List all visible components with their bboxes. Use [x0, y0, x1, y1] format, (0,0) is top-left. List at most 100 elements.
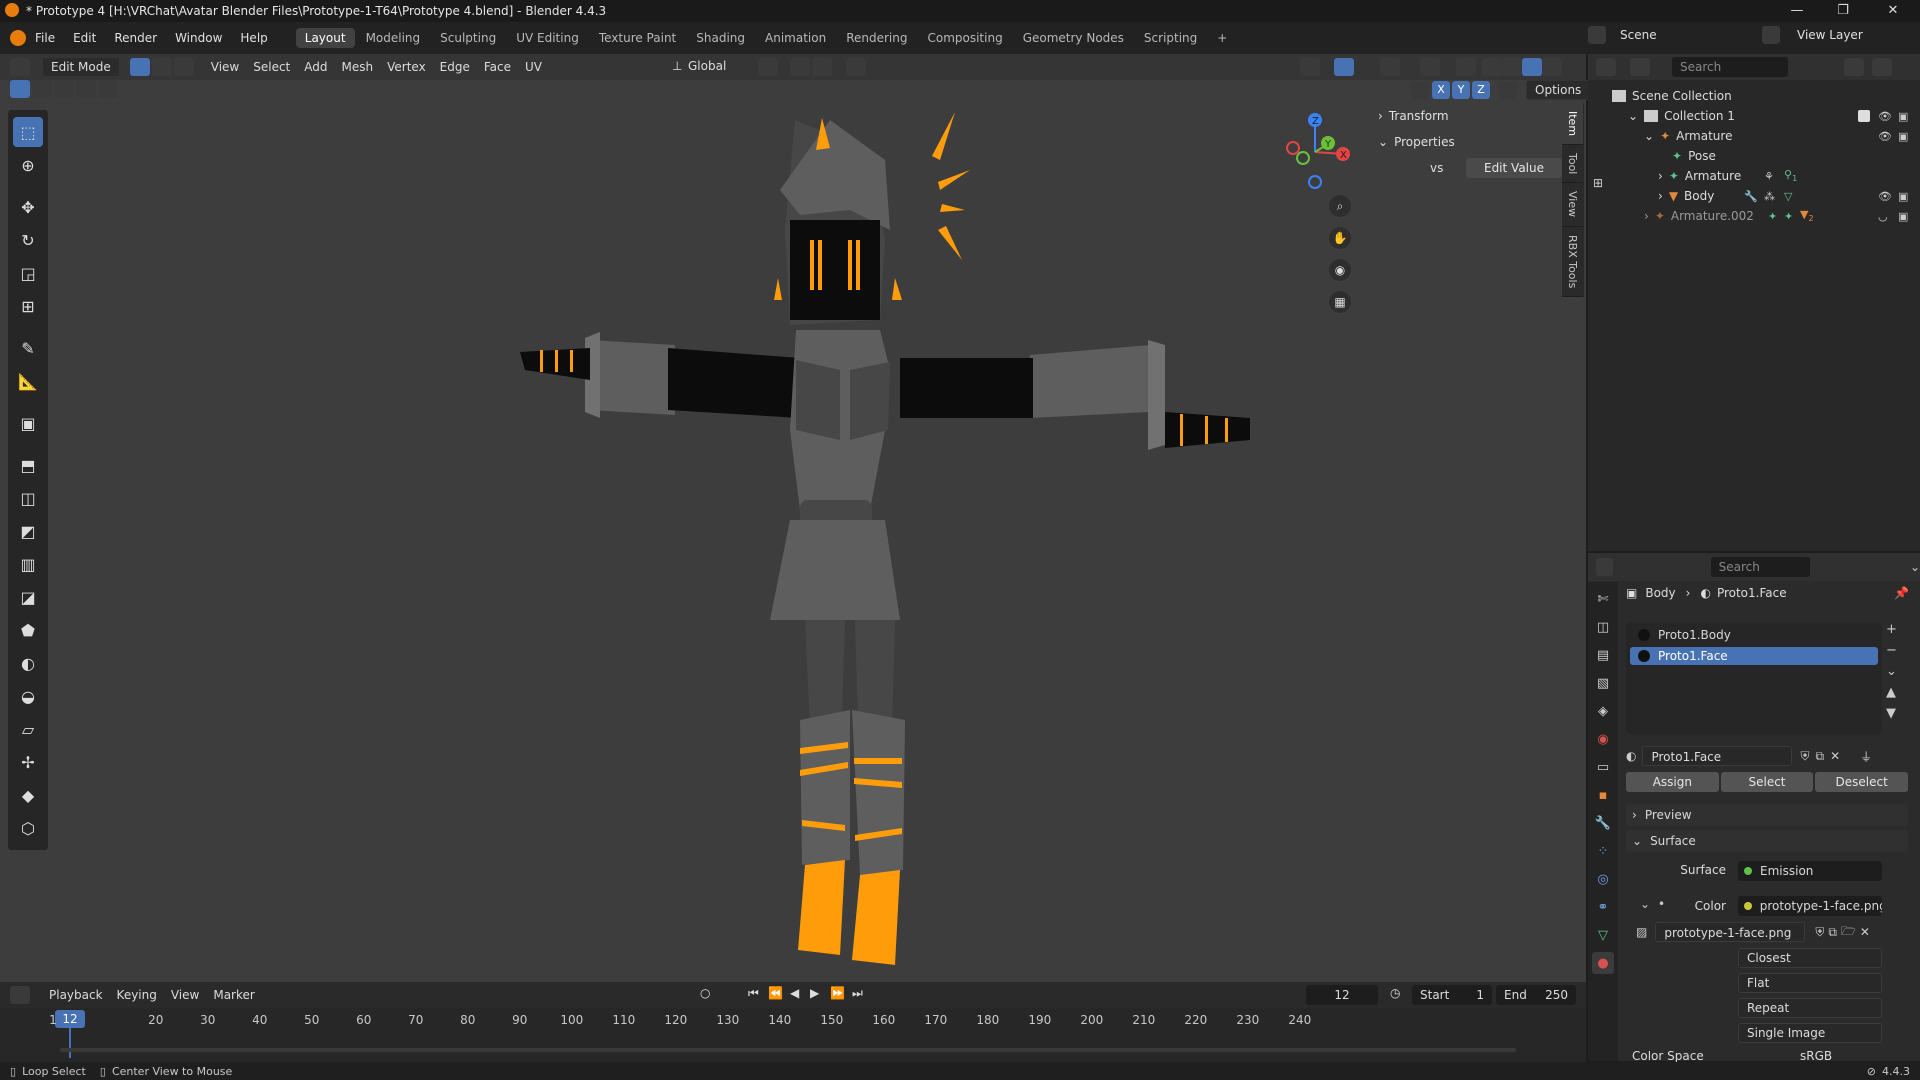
mirror-x-toggle[interactable]: X: [1432, 81, 1450, 99]
tab-scripting[interactable]: Scripting: [1135, 28, 1206, 48]
outliner-row-collection-1[interactable]: ⌄ Collection 1 👁 ▣: [1588, 106, 1920, 126]
image-name-field[interactable]: prototype-1-face.png: [1655, 922, 1806, 942]
gizmo-icon[interactable]: [1334, 58, 1354, 76]
filter-icon[interactable]: [1844, 58, 1864, 76]
timeline-editor-icon[interactable]: [10, 986, 30, 1004]
close-button[interactable]: ✕: [1870, 0, 1916, 22]
view-layer-field[interactable]: View Layer: [1797, 28, 1863, 42]
slot-item-proto1-body[interactable]: Proto1.Body: [1630, 626, 1878, 644]
menu-face[interactable]: Face: [477, 58, 518, 76]
fake-user-icon[interactable]: ⛨: [1815, 925, 1824, 940]
select-invert-icon[interactable]: [76, 80, 96, 98]
annotate-tool-icon[interactable]: ✎: [13, 333, 43, 363]
slot-menu-icon[interactable]: ⌄: [1886, 664, 1897, 679]
eye-closed-icon[interactable]: ◡: [1878, 210, 1888, 223]
play-reverse-icon[interactable]: ◀: [790, 986, 799, 1000]
pivot-icon[interactable]: [758, 58, 778, 76]
jump-start-icon[interactable]: ⏮: [748, 986, 759, 1001]
menu-render[interactable]: Render: [105, 31, 166, 45]
scene-tab-icon[interactable]: ◈: [1592, 700, 1614, 722]
modifier-tab-icon[interactable]: 🔧: [1592, 812, 1614, 834]
tab-layout[interactable]: Layout: [295, 28, 355, 48]
tab-uv-editing[interactable]: UV Editing: [507, 28, 588, 48]
chevron-down-icon[interactable]: ⌄: [1910, 560, 1920, 574]
fake-user-icon[interactable]: ⛨: [1800, 749, 1809, 764]
tab-shading[interactable]: Shading: [687, 28, 754, 48]
mode-dropdown[interactable]: Edit Mode: [42, 57, 120, 77]
duplicate-icon[interactable]: ⧉: [1816, 749, 1825, 764]
camera-icon[interactable]: ▣: [1898, 130, 1908, 143]
maximize-button[interactable]: ❐: [1820, 0, 1866, 22]
gizmo-neg-x-axis[interactable]: [1286, 141, 1300, 155]
auto-merge-icon[interactable]: [1498, 81, 1518, 99]
move-down-icon[interactable]: ▼: [1886, 706, 1897, 721]
tab-sculpting[interactable]: Sculpting: [431, 28, 505, 48]
loop-cut-tool-icon[interactable]: ▥: [13, 549, 43, 579]
navigation-gizmo[interactable]: Z X Y: [1275, 110, 1355, 195]
outliner-row-body[interactable]: › ▼ Body 🔧 ⁂ ▽ 👁 ▣: [1588, 186, 1920, 206]
properties-panel-header[interactable]: ⌄ Properties: [1378, 129, 1568, 155]
menu-edit[interactable]: Edit: [64, 31, 105, 45]
tab-rendering[interactable]: Rendering: [837, 28, 916, 48]
move-up-icon[interactable]: ▲: [1886, 685, 1897, 700]
spin-tool-icon[interactable]: ◐: [13, 648, 43, 678]
checkbox-icon[interactable]: [1858, 110, 1870, 122]
face-select-icon[interactable]: [173, 58, 194, 76]
menu-add[interactable]: Add: [297, 58, 334, 76]
tab-rbx-tools[interactable]: RBX Tools: [1562, 227, 1583, 297]
menu-uv[interactable]: UV: [518, 58, 549, 76]
outliner-row-armature-002[interactable]: › ✦ Armature.002 ✦ ✦ ▼2 ◡ ▣: [1588, 206, 1920, 226]
add-slot-icon[interactable]: +: [1886, 622, 1897, 637]
projection-dropdown[interactable]: Flat: [1738, 973, 1882, 993]
menu-playback[interactable]: Playback: [42, 986, 110, 1004]
camera-icon[interactable]: ▣: [1898, 210, 1908, 223]
outliner-search-input[interactable]: Search: [1672, 57, 1788, 77]
jump-end-icon[interactable]: ⏭: [852, 986, 863, 1001]
prev-keyframe-icon[interactable]: ⏪: [768, 986, 783, 1000]
surface-shader-field[interactable]: Emission: [1738, 861, 1882, 881]
mirror-z-toggle[interactable]: Z: [1472, 81, 1490, 99]
interpolation-dropdown[interactable]: Closest: [1738, 948, 1882, 968]
snap-target-icon[interactable]: [812, 58, 832, 76]
wireframe-shading-icon[interactable]: [1482, 58, 1502, 76]
minimize-button[interactable]: —: [1774, 0, 1820, 22]
blender-menu-icon[interactable]: [10, 30, 26, 46]
properties-editor-icon[interactable]: [1596, 558, 1613, 576]
tab-item[interactable]: Item: [1562, 103, 1583, 146]
outliner-row-pose[interactable]: ✦ Pose: [1588, 146, 1920, 166]
edge-slide-tool-icon[interactable]: ▱: [13, 714, 43, 744]
editor-type-icon[interactable]: [10, 58, 30, 76]
menu-vertex[interactable]: Vertex: [380, 58, 433, 76]
smooth-tool-icon[interactable]: ◒: [13, 681, 43, 711]
rip-tool-icon[interactable]: ⬡: [13, 813, 43, 843]
perspective-grid-icon[interactable]: ▦: [1329, 291, 1351, 313]
constraints-tab-icon[interactable]: ⚭: [1592, 896, 1614, 918]
rotate-tool-icon[interactable]: ↻: [13, 225, 43, 255]
xray-icon[interactable]: [1456, 58, 1476, 76]
character-model[interactable]: [500, 100, 1300, 970]
menu-timeline-view[interactable]: View: [164, 986, 206, 1004]
menu-mesh[interactable]: Mesh: [335, 58, 381, 76]
chevron-down-icon[interactable]: ⌄: [1640, 897, 1650, 911]
outliner-editor-icon[interactable]: [1596, 58, 1616, 76]
orientation-dropdown[interactable]: Global: [688, 59, 726, 73]
mesh-edit-overlay-icon[interactable]: [1420, 58, 1440, 76]
tab-view[interactable]: View: [1562, 183, 1583, 227]
options-dropdown[interactable]: Options: [1526, 80, 1591, 100]
tab-animation[interactable]: Animation: [756, 28, 835, 48]
material-tab-icon[interactable]: ●: [1592, 952, 1614, 974]
pan-hand-icon[interactable]: ✋: [1329, 227, 1351, 249]
outliner-row-armature-data[interactable]: › ✦ Armature ⚘ ⚲1: [1588, 166, 1920, 186]
measure-tool-icon[interactable]: 📐: [13, 366, 43, 396]
mirror-y-toggle[interactable]: Y: [1452, 81, 1470, 99]
image-browse-icon[interactable]: ▨: [1636, 925, 1647, 939]
display-mode-icon[interactable]: [1630, 58, 1650, 76]
menu-view[interactable]: View: [204, 58, 246, 76]
outliner-row-armature[interactable]: ⌄ ✦ Armature 👁 ▣: [1588, 126, 1920, 146]
edit-value-button[interactable]: Edit Value: [1466, 158, 1562, 178]
snap-icon[interactable]: [790, 58, 810, 76]
vertex-select-icon[interactable]: [129, 58, 150, 76]
inset-tool-icon[interactable]: ◫: [13, 483, 43, 513]
edge-select-icon[interactable]: [151, 58, 172, 76]
unlink-icon[interactable]: ✕: [1860, 925, 1870, 939]
